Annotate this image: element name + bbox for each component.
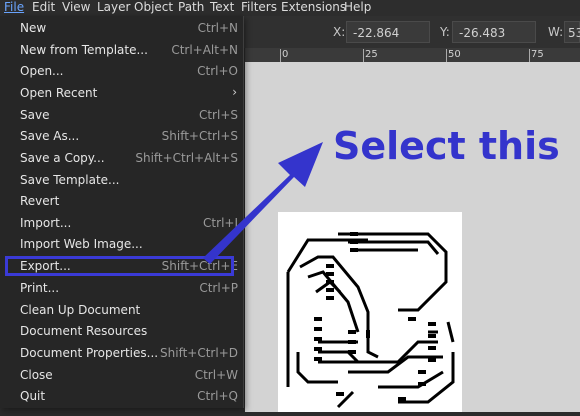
menu-item-revert[interactable]: Revert — [0, 191, 243, 212]
menu-item-label: Open... — [20, 64, 64, 78]
menu-item-save-as[interactable]: Save As... Shift+Ctrl+S — [0, 126, 243, 147]
menu-item-label: New from Template... — [20, 43, 148, 57]
y-field[interactable]: -26.483 — [452, 21, 536, 43]
menu-view[interactable]: View — [62, 0, 90, 16]
menu-item-label: Document Resources — [20, 324, 148, 338]
menu-item-label: Revert — [20, 194, 60, 208]
pcb-traces-image — [286, 232, 455, 409]
menu-text[interactable]: Text — [210, 0, 234, 16]
menu-item-label: Save As... — [20, 129, 80, 143]
menu-item-label: Quit — [20, 389, 46, 403]
menu-item-print[interactable]: Print... Ctrl+P — [0, 278, 243, 299]
menu-item-save[interactable]: Save Ctrl+S — [0, 105, 243, 126]
menu-item-shortcut: Shift+Ctrl+Alt+S — [135, 151, 238, 165]
annotation-text: Select this — [333, 124, 560, 168]
menu-item-label: Save Template... — [20, 173, 120, 187]
menu-item-new-from-template[interactable]: New from Template... Ctrl+Alt+N — [0, 40, 243, 61]
menu-item-shortcut: Ctrl+P — [199, 281, 238, 295]
menu-item-import[interactable]: Import... Ctrl+I — [0, 213, 243, 234]
menu-item-shortcut: Ctrl+Q — [197, 389, 238, 403]
menu-help[interactable]: Help — [344, 0, 371, 16]
menu-item-label: Print... — [20, 281, 60, 295]
menu-file[interactable]: File — [4, 0, 24, 16]
w-field[interactable]: 53 — [564, 21, 580, 43]
menu-item-label: Open Recent — [20, 86, 98, 100]
y-label: Y: — [440, 25, 450, 39]
file-menu-dropdown: New Ctrl+N New from Template... Ctrl+Alt… — [0, 16, 244, 408]
menu-extensions[interactable]: Extensions — [281, 0, 346, 16]
ruler-label: 75 — [531, 49, 544, 60]
horizontal-ruler[interactable] — [245, 48, 580, 63]
export-highlight-box — [5, 256, 234, 276]
menu-item-document-properties[interactable]: Document Properties... Shift+Ctrl+D — [0, 343, 243, 364]
menu-item-shortcut: Shift+Ctrl+S — [161, 129, 238, 143]
menu-item-label: Import... — [20, 216, 72, 230]
menu-item-close[interactable]: Close Ctrl+W — [0, 365, 243, 386]
menu-item-shortcut: Shift+Ctrl+D — [160, 346, 238, 360]
menu-item-save-a-copy[interactable]: Save a Copy... Shift+Ctrl+Alt+S — [0, 148, 243, 169]
x-label: X: — [333, 25, 346, 39]
menu-item-label: Save a Copy... — [20, 151, 105, 165]
menu-filters[interactable]: Filters — [241, 0, 277, 16]
menu-edit[interactable]: Edit — [32, 0, 55, 16]
ruler-label: 25 — [365, 49, 378, 60]
menu-item-label: Save — [20, 108, 50, 122]
menu-item-label: New — [20, 21, 47, 35]
ruler-label: 50 — [448, 49, 461, 60]
chevron-right-icon: › — [232, 85, 237, 99]
x-field[interactable]: -22.864 — [346, 21, 430, 43]
menu-item-label: Clean Up Document — [20, 303, 141, 317]
menu-item-shortcut: Ctrl+Alt+N — [171, 43, 238, 57]
menu-item-document-resources[interactable]: Document Resources — [0, 321, 243, 342]
menu-item-label: Import Web Image... — [20, 237, 143, 251]
menu-item-shortcut: Ctrl+I — [203, 216, 238, 230]
menu-item-save-template[interactable]: Save Template... — [0, 170, 243, 191]
menu-item-new[interactable]: New Ctrl+N — [0, 18, 243, 39]
menu-item-shortcut: Ctrl+O — [197, 64, 238, 78]
menu-item-label: Close — [20, 368, 53, 382]
menu-item-import-web-image[interactable]: Import Web Image... — [0, 234, 243, 255]
menu-layer[interactable]: Layer — [97, 0, 130, 16]
menu-item-shortcut: Ctrl+W — [194, 368, 238, 382]
w-label: W: — [548, 25, 564, 39]
ruler-label: 0 — [282, 49, 289, 60]
menu-item-shortcut: Ctrl+S — [198, 108, 238, 122]
pcb-drawing[interactable] — [278, 212, 462, 412]
menu-object[interactable]: Object — [134, 0, 173, 16]
menu-bar: File Edit View Layer Object Path Text Fi… — [0, 0, 580, 16]
menu-item-open-recent[interactable]: Open Recent › — [0, 83, 243, 104]
menu-item-shortcut: Ctrl+N — [197, 21, 238, 35]
menu-path[interactable]: Path — [178, 0, 204, 16]
menu-item-label: Document Properties... — [20, 346, 159, 360]
menu-item-quit[interactable]: Quit Ctrl+Q — [0, 386, 243, 407]
menu-item-open[interactable]: Open... Ctrl+O — [0, 61, 243, 82]
menu-item-clean-up-document[interactable]: Clean Up Document — [0, 300, 243, 321]
